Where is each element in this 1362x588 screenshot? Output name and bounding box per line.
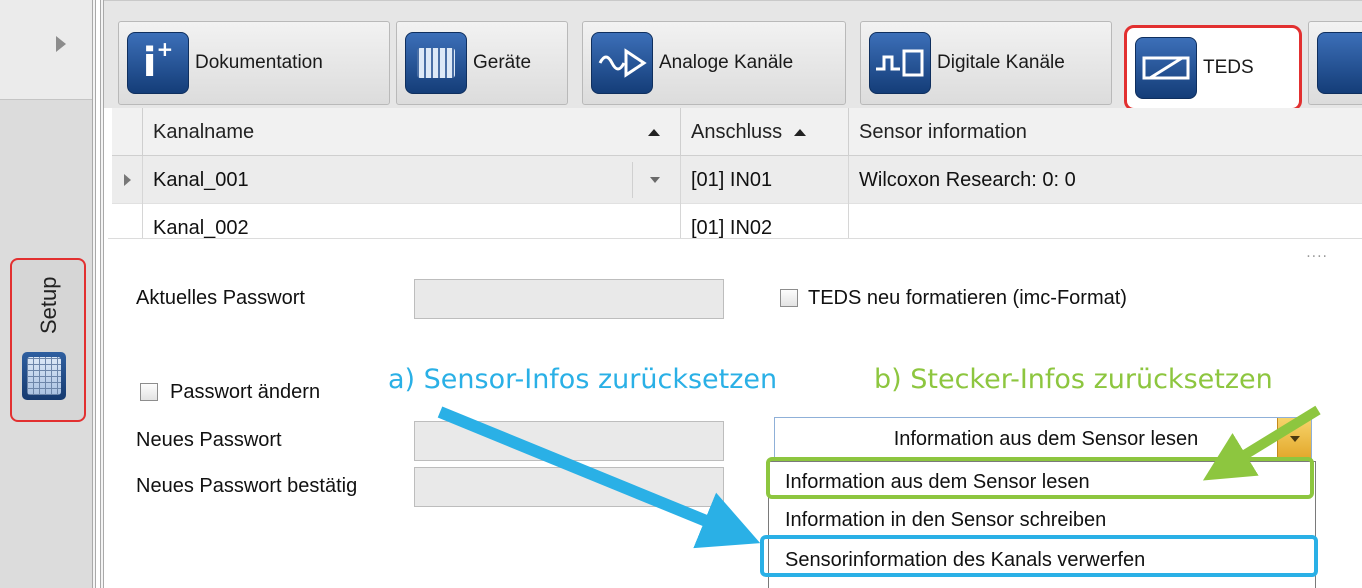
teds-format-label: TEDS neu formatieren (imc-Format) (808, 287, 1127, 309)
row-indicator-icon (124, 174, 131, 186)
sort-asc-icon (648, 128, 660, 136)
tab-geraete[interactable]: Geräte (396, 21, 568, 105)
tab-overflow[interactable] (1308, 21, 1362, 105)
column-label: Anschluss (691, 120, 783, 143)
confirm-password-field[interactable] (414, 467, 724, 507)
tab-label: Dokumentation (195, 52, 323, 73)
chevron-down-icon[interactable] (632, 162, 676, 198)
overflow-tab-icon (1317, 32, 1362, 94)
triangle-right-icon[interactable] (56, 36, 66, 52)
cell-kanalname[interactable]: Kanal_001 (142, 156, 680, 204)
info-plus-icon: i + (127, 32, 189, 94)
change-password-checkbox[interactable] (140, 383, 158, 401)
digital-signal-icon (869, 32, 931, 94)
column-sensor-information[interactable]: Sensor information (848, 108, 1362, 156)
tab-analoge-kanaele[interactable]: Analoge Kanäle (582, 21, 846, 105)
tab-dokumentation[interactable]: i + Dokumentation (118, 21, 390, 105)
table-row[interactable]: Kanal_001 [01] IN01 Wilcoxon Research: 0… (112, 156, 1362, 204)
keyboard-icon (22, 352, 66, 400)
teds-action-select[interactable]: Information aus dem Sensor lesen (774, 417, 1312, 461)
column-label: Kanalname (153, 120, 255, 143)
column-anschluss[interactable]: Anschluss (680, 108, 848, 156)
device-icon (405, 32, 467, 94)
tab-bar: i + Dokumentation Geräte Analoge Kanäle D… (104, 0, 1362, 111)
chevron-down-icon[interactable] (1277, 418, 1311, 460)
cell-sensor-information: Wilcoxon Research: 0: 0 (848, 156, 1362, 204)
tab-label: Analoge Kanäle (659, 52, 794, 73)
annotation-a: a) Sensor-Infos zurücksetzen (388, 364, 778, 395)
tab-teds[interactable]: TEDS (1124, 25, 1302, 111)
analog-signal-icon (591, 32, 653, 94)
cell-anschluss: [01] IN01 (680, 156, 848, 204)
tab-label: Digitale Kanäle (937, 52, 1065, 73)
change-password-label: Passwort ändern (170, 381, 321, 403)
grid-header: Kanalname Anschluss Sensor information (112, 108, 1362, 156)
teds-format-checkbox[interactable] (780, 289, 798, 307)
confirm-password-label: Neues Passwort bestätig (136, 475, 358, 497)
resize-grip-icon[interactable]: .... (1306, 245, 1328, 261)
column-label: Sensor information (859, 120, 1027, 143)
select-value: Information aus dem Sensor lesen (893, 427, 1199, 450)
setup-label: Setup (36, 276, 61, 334)
annotation-b: b) Stecker-Infos zurücksetzen (874, 364, 1273, 395)
tab-label: Geräte (473, 52, 532, 73)
teds-panel: .... Aktuelles Passwort TEDS neu formati… (108, 238, 1362, 588)
sensor-teds-icon (1135, 37, 1197, 99)
current-password-label: Aktuelles Passwort (136, 287, 305, 309)
rail-header (0, 0, 92, 100)
tab-label: TEDS (1203, 57, 1254, 78)
option-write-sensor[interactable]: Information in den Sensor schreiben (769, 502, 1317, 538)
sort-asc-icon (794, 128, 807, 136)
channel-grid: Kanalname Anschluss Sensor information K… (112, 108, 1362, 252)
splitter[interactable] (92, 0, 96, 588)
column-kanalname[interactable]: Kanalname (142, 108, 680, 156)
tab-digitale-kanaele[interactable]: Digitale Kanäle (860, 21, 1112, 105)
new-password-field[interactable] (414, 421, 724, 461)
highlight-discard-option (760, 535, 1318, 577)
current-password-field[interactable] (414, 279, 724, 319)
highlight-read-option (766, 457, 1314, 499)
new-password-label: Neues Passwort (136, 429, 282, 451)
